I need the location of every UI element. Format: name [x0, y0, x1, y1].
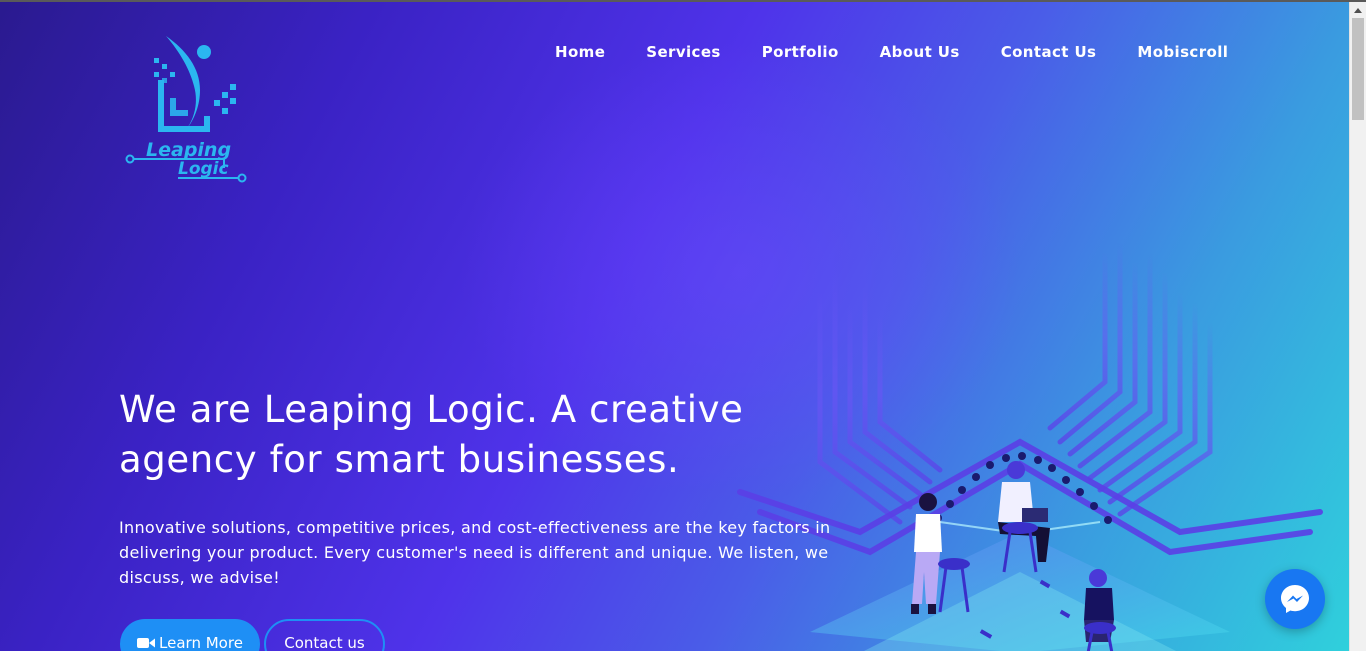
logo-text-line2: Logic [178, 159, 229, 179]
messenger-icon [1281, 585, 1309, 613]
page-scrollbar[interactable] [1349, 2, 1366, 651]
video-camera-icon [137, 638, 156, 648]
nav-item-home[interactable]: Home [555, 43, 605, 61]
nav-item-contact-us[interactable]: Contact Us [1001, 43, 1097, 61]
learn-more-label: Learn More [159, 634, 243, 651]
nav-item-about-us[interactable]: About Us [880, 43, 960, 61]
nav-item-services[interactable]: Services [646, 43, 721, 61]
page: Leaping Logic Home Services Portfolio Ab… [0, 0, 1366, 651]
contact-us-button[interactable]: Contact us [264, 619, 385, 651]
leaping-logic-logo[interactable]: Leaping Logic [118, 28, 253, 190]
hero-headline: We are Leaping Logic. A creative agency … [119, 388, 744, 481]
hero-section: Leaping Logic Home Services Portfolio Ab… [0, 2, 1349, 651]
hero-subtext: Innovative solutions, competitive prices… [119, 518, 831, 587]
scrollbar-thumb[interactable] [1352, 18, 1364, 120]
logo-text-line1: Leaping [146, 139, 231, 161]
nav-item-mobiscroll[interactable]: Mobiscroll [1137, 43, 1228, 61]
contact-us-label: Contact us [284, 634, 365, 651]
nav-item-portfolio[interactable]: Portfolio [762, 43, 839, 61]
scroll-up-arrow-icon[interactable] [1350, 2, 1366, 18]
main-nav: Home Services Portfolio About Us Contact… [555, 43, 1228, 61]
learn-more-button[interactable]: Learn More [120, 619, 260, 651]
messenger-chat-button[interactable] [1265, 569, 1325, 629]
